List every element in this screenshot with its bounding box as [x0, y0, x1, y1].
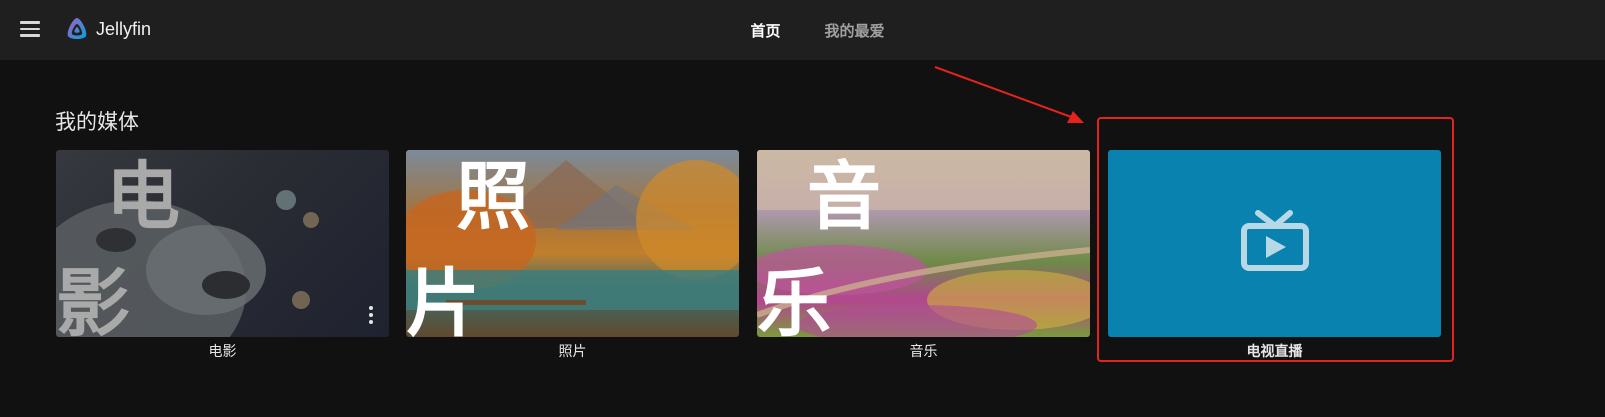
- library-label-movies[interactable]: 电影: [56, 341, 389, 361]
- header-tabs: 首页 我的最爱: [0, 0, 1605, 60]
- library-label-photos[interactable]: 照片: [406, 341, 739, 361]
- photos-art-text: 照 片: [406, 153, 580, 338]
- library-label-music[interactable]: 音乐: [757, 341, 1090, 361]
- movies-art-text: 电 影: [56, 153, 230, 338]
- app-header: Jellyfin 首页 我的最爱: [0, 0, 1605, 60]
- library-card-movies[interactable]: 电 影: [56, 150, 389, 337]
- section-title: 我的媒体: [55, 110, 139, 134]
- library-card-photos[interactable]: 照 片: [406, 150, 739, 337]
- music-art-text: 音 乐: [757, 153, 931, 338]
- library-card-music[interactable]: 音 乐: [757, 150, 1090, 337]
- more-options-icon[interactable]: [369, 306, 373, 324]
- tab-home[interactable]: 首页: [750, 20, 780, 41]
- tab-favorites[interactable]: 我的最爱: [825, 20, 885, 41]
- highlight-box: [1097, 117, 1454, 362]
